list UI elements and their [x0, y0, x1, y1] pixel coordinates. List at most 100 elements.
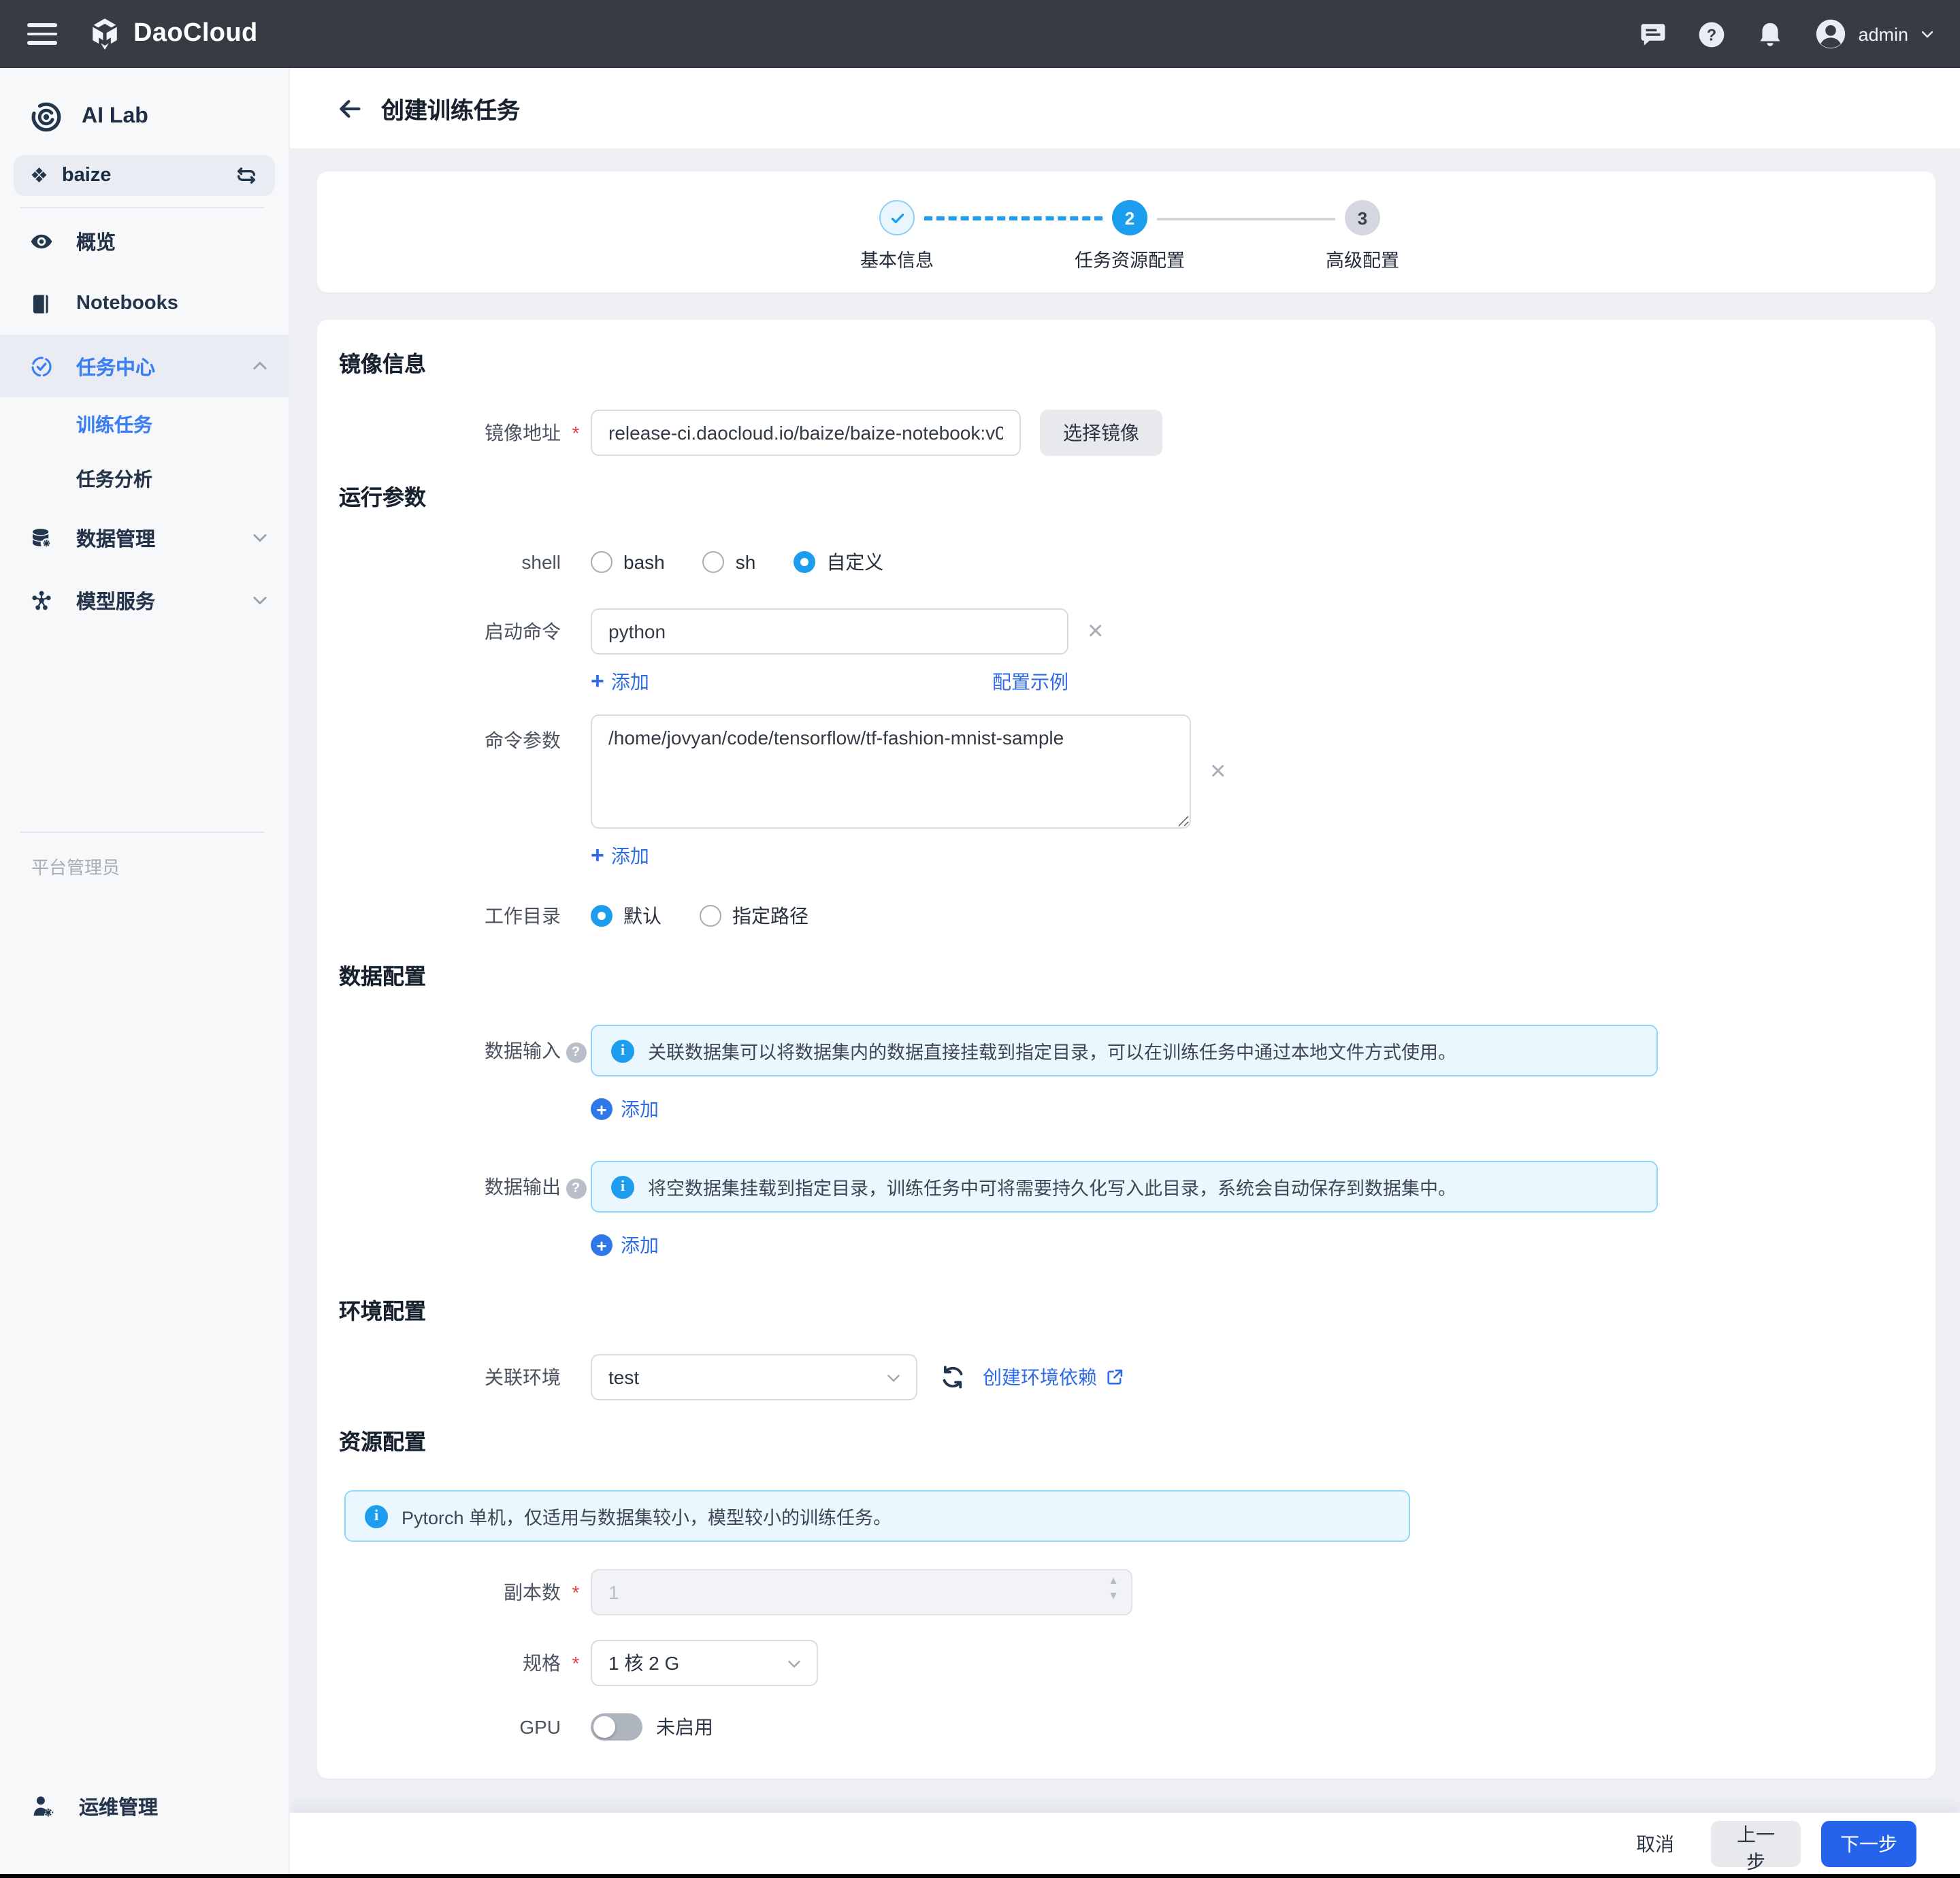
sidebar-item-label: 运维管理	[79, 1792, 158, 1820]
sidebar-subitem-task-analysis[interactable]: 任务分析	[0, 452, 289, 506]
image-address-label: 镜像地址	[339, 419, 561, 446]
menu-icon[interactable]	[27, 23, 57, 45]
step-connector-pending	[1157, 217, 1335, 220]
radio-workdir-default[interactable]	[591, 905, 612, 927]
book-icon	[30, 292, 53, 315]
sidebar-item-label: 模型服务	[76, 586, 155, 614]
sidebar-item-label: 任务中心	[76, 352, 155, 380]
data-output-help-icon[interactable]: ?	[566, 1179, 586, 1199]
user-name: admin	[1858, 24, 1908, 44]
env-label: 关联环境	[339, 1364, 561, 1391]
create-env-dependency-link[interactable]: 创建环境依赖	[983, 1364, 1124, 1391]
remove-command-icon[interactable]: ×	[1088, 618, 1103, 645]
info-icon: i	[611, 1175, 634, 1198]
start-command-input[interactable]	[591, 608, 1068, 655]
workspace-selector[interactable]: ❖ baize	[14, 155, 275, 196]
plus-icon: +	[591, 668, 604, 695]
sidebar-item-label: 概览	[76, 227, 116, 255]
sidebar-item-ops-management[interactable]: 运维管理	[0, 1775, 289, 1837]
step-2-badge: 2	[1112, 200, 1147, 235]
field-data-output: 数据输出 ? i 将空数据集挂载到指定目录，训练任务中可将需要持久化写入此目录，…	[339, 1161, 1936, 1213]
data-output-label: 数据输出	[339, 1173, 561, 1200]
radio-workdir-path-label: 指定路径	[732, 902, 808, 929]
radio-sh[interactable]	[703, 551, 725, 573]
app-root: DaoCloud ? admin	[0, 0, 1960, 1878]
user-menu[interactable]: admin	[1814, 18, 1936, 50]
resource-tip-text: Pytorch 单机，仅适用与数据集较小，模型较小的训练任务。	[402, 1502, 892, 1530]
radio-bash[interactable]	[591, 551, 612, 573]
cancel-button[interactable]: 取消	[1636, 1830, 1674, 1857]
field-env: 关联环境 test 创建环境依赖	[339, 1354, 1936, 1400]
svg-text:?: ?	[1707, 26, 1716, 44]
add-command-link[interactable]: +添加	[591, 668, 649, 695]
config-example-link[interactable]: 配置示例	[992, 668, 1068, 695]
info-icon: i	[365, 1504, 388, 1528]
sidebar-item-task-center[interactable]: 任务中心	[0, 335, 289, 397]
section-title-resource-config: 资源配置	[339, 1428, 1936, 1460]
step-2-label[interactable]: 任务资源配置	[1021, 245, 1239, 272]
sidebar-item-data-management[interactable]: 数据管理	[0, 506, 289, 569]
brand-logo[interactable]: DaoCloud	[87, 16, 258, 52]
daocloud-cube-icon	[87, 16, 122, 52]
refresh-icon[interactable]	[939, 1364, 966, 1391]
step-1-label[interactable]: 基本信息	[788, 245, 1006, 272]
back-arrow-icon[interactable]	[336, 95, 363, 122]
message-icon[interactable]	[1639, 20, 1667, 48]
top-bar: DaoCloud ? admin	[0, 0, 1960, 68]
sidebar-subitem-training-task[interactable]: 训练任务	[0, 397, 289, 452]
field-spec: 规格 * 1 核 2 G	[339, 1640, 1936, 1686]
required-mark: *	[561, 422, 591, 444]
footer-actions: 取消 上一步 下一步	[290, 1813, 1960, 1874]
add-data-output-link[interactable]: +添加	[591, 1232, 659, 1259]
data-input-tip-text: 关联数据集可以将数据集内的数据直接挂载到指定目录，可以在训练任务中通过本地文件方…	[648, 1037, 1456, 1064]
workspace-icon: ❖	[30, 165, 48, 186]
help-icon[interactable]: ?	[1697, 20, 1726, 48]
select-image-button[interactable]: 选择镜像	[1040, 410, 1162, 456]
replicas-value: 1	[608, 1581, 619, 1603]
field-replicas: 副本数 * 1 ▲▼	[339, 1569, 1936, 1615]
chevron-down-icon	[1919, 26, 1936, 42]
add-data-input-link[interactable]: +添加	[591, 1096, 659, 1123]
page-title: 创建训练任务	[381, 91, 520, 125]
gpu-state-text: 未启用	[656, 1713, 713, 1741]
add-args-link[interactable]: +添加	[591, 842, 649, 870]
stepper-up-icon: ▲	[1108, 1576, 1119, 1587]
field-start-command: 启动命令 ×	[339, 608, 1936, 655]
command-args-textarea[interactable]: /home/jovyan/code/tensorflow/tf-fashion-…	[591, 714, 1191, 829]
notification-bell-icon[interactable]	[1756, 20, 1784, 48]
prev-step-button[interactable]: 上一步	[1711, 1820, 1801, 1866]
eye-icon	[30, 229, 53, 252]
required-mark: *	[561, 1652, 591, 1674]
chevron-down-icon	[250, 591, 270, 610]
radio-custom[interactable]	[794, 551, 815, 573]
start-command-label: 启动命令	[339, 618, 561, 645]
env-select[interactable]: test	[591, 1354, 917, 1400]
circle-plus-icon: +	[591, 1234, 612, 1256]
external-link-icon	[1105, 1368, 1124, 1387]
radio-workdir-default-label: 默认	[623, 902, 662, 929]
sidebar-item-model-service[interactable]: 模型服务	[0, 569, 289, 631]
sidebar-divider	[20, 207, 264, 208]
chevron-down-icon	[885, 1368, 902, 1386]
resource-tip-alert: i Pytorch 单机，仅适用与数据集较小，模型较小的训练任务。	[344, 1490, 1410, 1542]
section-title-run-params: 运行参数	[339, 483, 1936, 516]
replicas-label: 副本数	[339, 1579, 561, 1606]
radio-workdir-path[interactable]	[700, 905, 721, 927]
gpu-toggle[interactable]	[591, 1713, 642, 1741]
field-command-args: 命令参数 /home/jovyan/code/tensorflow/tf-fas…	[339, 714, 1936, 829]
radio-bash-label: bash	[623, 551, 665, 573]
workspace-switch-icon[interactable]	[234, 163, 259, 188]
remove-args-icon[interactable]: ×	[1210, 758, 1226, 785]
image-address-input[interactable]	[591, 410, 1021, 456]
spec-select[interactable]: 1 核 2 G	[591, 1640, 818, 1686]
step-3-label[interactable]: 高级配置	[1254, 245, 1471, 272]
number-stepper[interactable]: ▲▼	[1108, 1576, 1119, 1602]
section-title-env-config: 环境配置	[339, 1297, 1936, 1330]
data-input-help-icon[interactable]: ?	[566, 1042, 586, 1063]
next-step-button[interactable]: 下一步	[1821, 1820, 1916, 1866]
data-output-tip-text: 将空数据集挂载到指定目录，训练任务中可将需要持久化写入此目录，系统会自动保存到数…	[648, 1173, 1456, 1200]
sidebar-item-overview[interactable]: 概览	[0, 210, 289, 272]
data-input-add-row: +添加	[339, 1096, 1936, 1123]
sidebar-item-notebooks[interactable]: Notebooks	[0, 272, 289, 335]
sidebar-item-label: Notebooks	[76, 293, 178, 314]
